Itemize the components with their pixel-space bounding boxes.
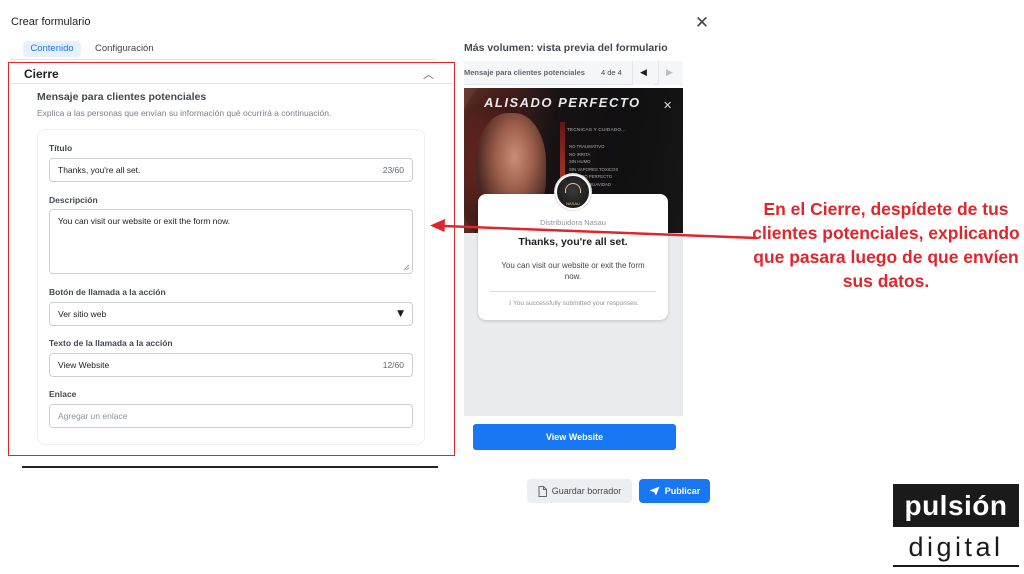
brand-logo-underline [893,565,1019,567]
end-note-text: You successfully submitted your response… [512,300,639,307]
section-divider [10,83,454,84]
hero-title: ALISADO PERFECTO [484,95,641,110]
cta-text-label: Texto de la llamada a la acción [49,338,173,348]
resize-handle-icon[interactable] [403,264,410,271]
cta-button-select[interactable]: Ver sitio web ▼ [49,302,413,326]
view-website-button[interactable]: View Website [473,424,676,450]
brand-logo-bottom: digital [908,531,1004,562]
title-value: Thanks, you're all set. [58,165,141,175]
hero-list-item: NO IRRITA [569,151,591,157]
title-counter: 23/60 [382,165,404,175]
annotation-text: En el Cierre, despídete de tus clientes … [752,199,1020,291]
avatar-text: NASAU [566,201,580,206]
subsection-title: Mensaje para clientes potenciales [37,91,207,103]
tab-contenido[interactable]: Contenido [23,41,81,57]
triangle-left-icon[interactable]: ◀ [632,61,654,85]
link-field[interactable]: Agregar un enlace [49,404,413,428]
cta-button-value: Ver sitio web [58,309,107,319]
document-icon [538,485,547,497]
description-label: Descripción [49,195,98,205]
triangle-right-icon[interactable]: ▶ [658,61,680,85]
chevron-up-icon[interactable]: ︿ [423,66,434,82]
hero-list-item: SIN HUMO [569,159,591,164]
description-field[interactable]: You can visit our website or exit the fo… [49,209,413,274]
preview-phone: ALISADO PERFECTO TECNICAS Y CUIDADO... N… [464,88,683,416]
description-value: You can visit our website or exit the fo… [58,216,231,226]
page-indicator: 4 de 4 [601,68,622,77]
company-name: Distribuidora Nasau [540,218,606,227]
end-description: You can visit our website or exit the fo… [501,261,645,281]
hero-tagline: TECNICAS Y CUIDADO... [567,127,626,132]
title-label: Título [49,143,73,153]
send-icon [649,486,660,496]
form-card: Título Thanks, you're all set. 23/60 Des… [37,129,425,445]
modal-title: Crear formulario [11,16,91,28]
subsection-description: Explica a las personas que envían su inf… [37,108,332,118]
tabs-divider [10,59,437,60]
publish-label: Publicar [664,486,701,496]
end-title: Thanks, you're all set. [518,236,628,248]
cta-text-counter: 12/60 [382,360,404,370]
save-draft-button[interactable]: Guardar borrador [527,479,632,503]
preview-bar-label: Mensaje para clientes potenciales [464,68,585,77]
info-icon: i [509,299,512,307]
end-note: i You successfully submitted your respon… [488,299,660,307]
link-label: Enlace [49,389,77,399]
hero-list-item: SIN VAPORES TOXICOS [569,166,619,172]
link-placeholder: Agregar un enlace [58,411,128,421]
preview-close-icon[interactable]: ✕ [663,99,672,112]
save-draft-label: Guardar borrador [551,486,622,496]
hero-list-item: NO TRAUMATIVO [569,144,605,149]
brand-logo-top: pulsión [893,484,1019,527]
end-divider [490,291,656,292]
cta-text-field[interactable]: View Website 12/60 [49,353,413,377]
logo-mark-icon [565,183,581,193]
caret-down-icon: ▼ [397,309,404,319]
cta-text-value: View Website [58,360,110,370]
publish-button[interactable]: Publicar [639,479,710,503]
section-title: Cierre [24,67,59,81]
title-field[interactable]: Thanks, you're all set. 23/60 [49,158,413,182]
tab-configuracion[interactable]: Configuración [95,41,154,57]
preview-title: Más volumen: vista previa del formulario [464,42,668,54]
cta-button-label: Botón de llamada a la acción [49,287,166,297]
close-icon[interactable]: ✕ [694,15,710,32]
footer-divider [22,466,438,468]
